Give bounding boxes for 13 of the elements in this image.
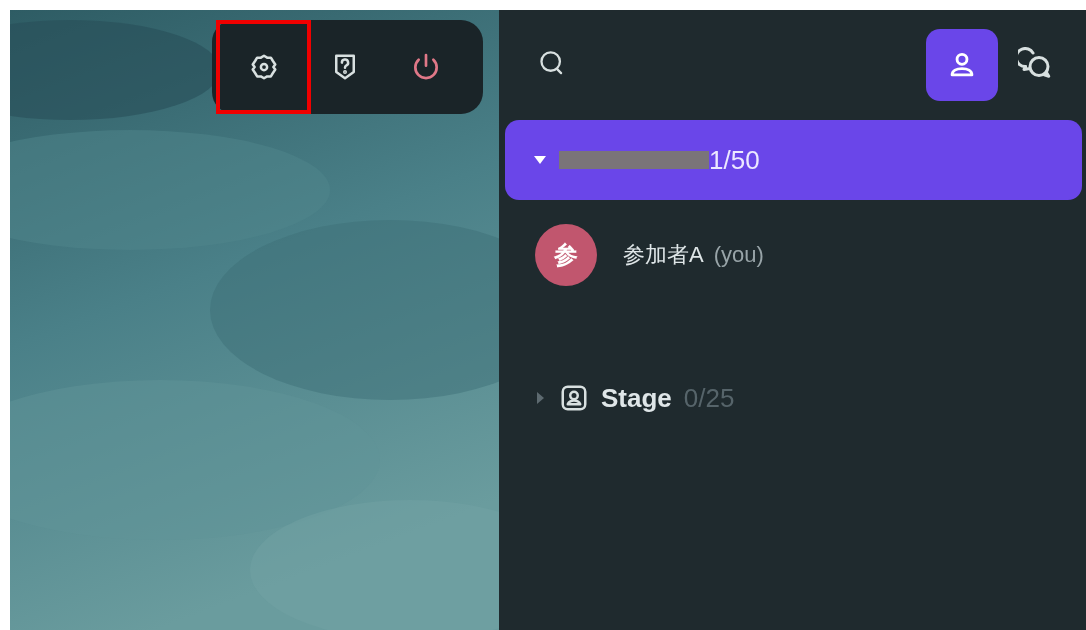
people-tab[interactable] <box>926 29 998 101</box>
member-count: 0/25 <box>683 382 735 414</box>
group-header[interactable]: 1/50 <box>505 120 1082 200</box>
avatar: 参 <box>535 224 597 286</box>
you-label: (you) <box>713 242 764 267</box>
settings-button[interactable] <box>216 20 311 114</box>
member-name: 参加者A <box>623 242 704 267</box>
group-name: Stage <box>601 382 672 414</box>
member-row[interactable]: 参 参加者A (you) <box>499 200 1086 310</box>
person-badge-icon <box>559 383 589 413</box>
group-header[interactable]: Stage 0/25 <box>505 358 1082 438</box>
member-count: 1/50 <box>709 144 760 176</box>
settings-icon <box>248 52 279 82</box>
